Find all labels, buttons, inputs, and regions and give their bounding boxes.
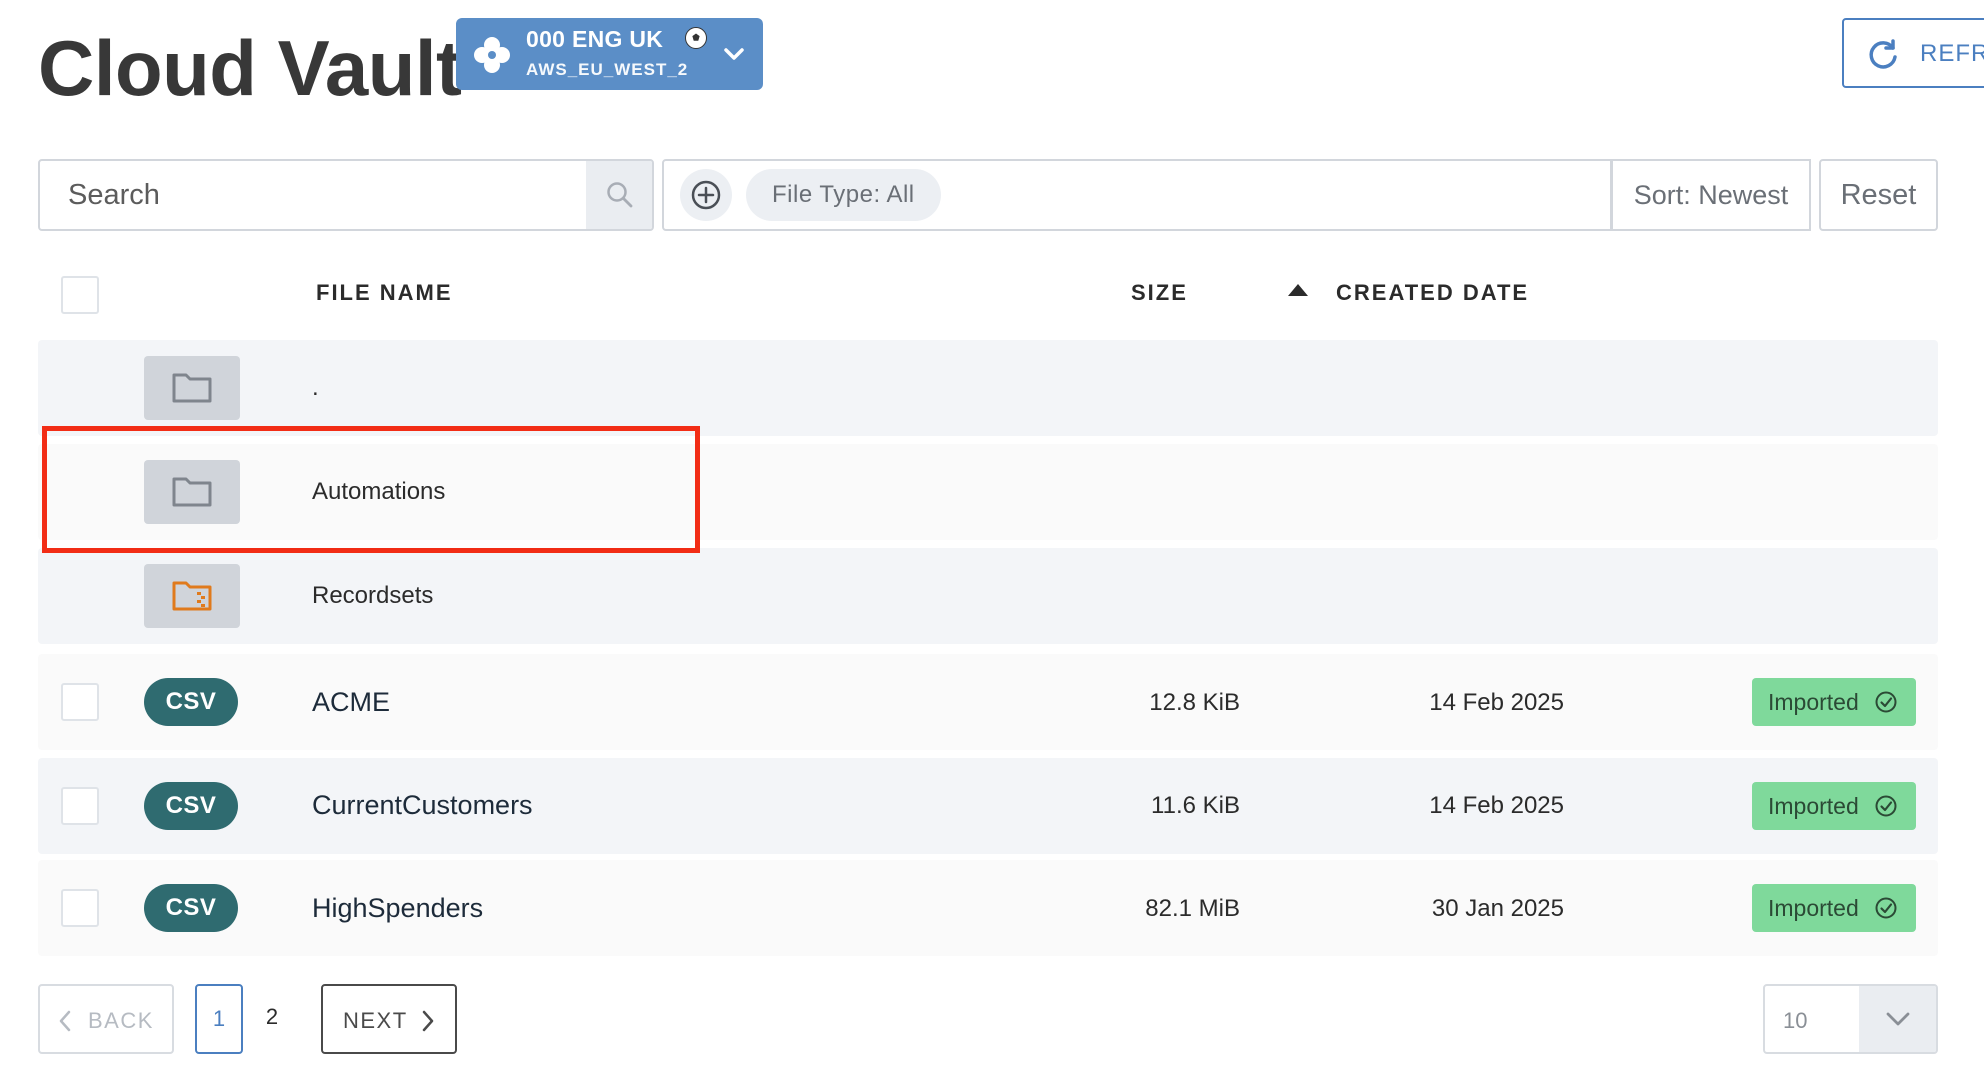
created-date: 14 Feb 2025	[1429, 792, 1564, 819]
check-circle-icon	[1875, 691, 1897, 713]
chevron-down-icon	[724, 48, 744, 60]
file-type-badge: CSV	[144, 782, 238, 830]
created-date: 14 Feb 2025	[1429, 689, 1564, 716]
page-2-button[interactable]: 2	[248, 984, 296, 1054]
file-row[interactable]: CSV ACME 12.8 KiB 14 Feb 2025 Imported	[38, 654, 1938, 750]
folder-row[interactable]: .	[38, 340, 1938, 436]
search-box	[38, 159, 654, 231]
refresh-icon	[1869, 39, 1897, 69]
folder-name: Recordsets	[312, 582, 434, 609]
recordset-folder-icon	[144, 564, 240, 628]
refresh-label: REFRI	[1920, 40, 1984, 67]
per-page-select[interactable]: 10	[1763, 984, 1938, 1054]
reset-button[interactable]: Reset	[1819, 159, 1938, 231]
chevron-down-icon	[1886, 1012, 1910, 1026]
status-label: Imported	[1768, 793, 1859, 819]
check-circle-icon	[1875, 897, 1897, 919]
refresh-button[interactable]: REFRI	[1842, 18, 1984, 88]
search-icon	[607, 182, 633, 208]
row-checkbox[interactable]	[61, 889, 99, 927]
file-size: 82.1 MiB	[1145, 895, 1240, 922]
folder-icon	[144, 356, 240, 420]
file-type-badge: CSV	[144, 884, 238, 932]
status-label: Imported	[1768, 895, 1859, 921]
created-date: 30 Jan 2025	[1431, 895, 1564, 922]
file-type-badge: CSV	[144, 678, 238, 726]
back-label: BACK	[88, 1008, 154, 1033]
select-all-checkbox[interactable]	[61, 276, 99, 314]
sort-ascending-icon[interactable]	[1288, 284, 1308, 296]
workspace-region: AWS_EU_WEST_2	[526, 60, 689, 79]
check-circle-icon	[1875, 795, 1897, 817]
file-size: 12.8 KiB	[1149, 689, 1240, 716]
row-checkbox[interactable]	[61, 683, 99, 721]
column-header-created-date[interactable]: CREATED DATE	[1336, 280, 1529, 306]
file-name[interactable]: CurrentCustomers	[312, 790, 533, 821]
plus-circle-icon	[691, 180, 721, 210]
workspace-selector[interactable]: 000 ENG UK AWS_EU_WEST_2	[456, 18, 763, 90]
status-label: Imported	[1768, 689, 1859, 715]
search-input[interactable]	[40, 161, 584, 229]
status-badge: Imported	[1752, 678, 1916, 726]
sort-dropdown[interactable]: Sort: Newest	[1611, 159, 1811, 231]
folder-name: .	[312, 374, 319, 401]
file-size: 11.6 KiB	[1151, 792, 1240, 819]
add-filter-button[interactable]	[680, 169, 732, 221]
file-row[interactable]: CSV HighSpenders 82.1 MiB 30 Jan 2025 Im…	[38, 860, 1938, 956]
workspace-logo-icon	[474, 37, 510, 73]
per-page-value: 10	[1783, 1008, 1808, 1033]
page-1-button[interactable]: 1	[195, 984, 243, 1054]
page-title: Cloud Vault	[38, 24, 462, 112]
status-badge: Imported	[1752, 884, 1916, 932]
search-button[interactable]	[586, 161, 652, 229]
chevron-right-icon	[422, 1010, 434, 1032]
next-button[interactable]: NEXT	[321, 984, 457, 1054]
file-type-filter-chip[interactable]: File Type: All	[746, 169, 941, 221]
soccer-ball-icon	[685, 27, 707, 49]
highlight-box	[42, 426, 700, 553]
file-row[interactable]: CSV CurrentCustomers 11.6 KiB 14 Feb 202…	[38, 758, 1938, 854]
filter-bar: File Type: All	[662, 159, 1612, 231]
back-button[interactable]: BACK	[38, 984, 174, 1054]
file-name[interactable]: HighSpenders	[312, 893, 483, 924]
workspace-name: 000 ENG UK	[526, 26, 664, 52]
row-checkbox[interactable]	[61, 787, 99, 825]
status-badge: Imported	[1752, 782, 1916, 830]
chevron-left-icon	[59, 1010, 71, 1032]
folder-row[interactable]: Recordsets	[38, 548, 1938, 644]
file-name[interactable]: ACME	[312, 687, 390, 718]
column-header-size[interactable]: SIZE	[1131, 280, 1188, 306]
column-header-file-name[interactable]: FILE NAME	[316, 280, 453, 306]
per-page-dropdown-toggle[interactable]	[1859, 986, 1936, 1052]
next-label: NEXT	[343, 1008, 408, 1033]
